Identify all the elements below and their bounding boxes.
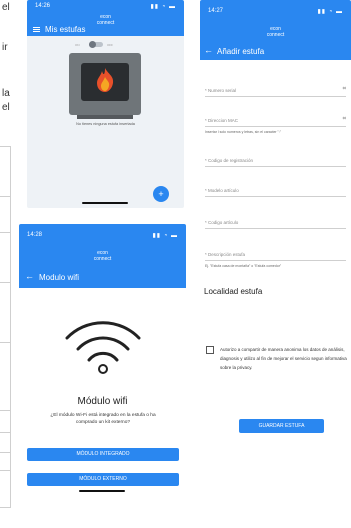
brand-logo: econ connect: [19, 250, 186, 262]
page-title: Mis estufas: [45, 25, 86, 34]
back-arrow-icon[interactable]: ←: [204, 45, 213, 55]
power-toggle[interactable]: [89, 41, 103, 48]
doc-text-3: la: [2, 88, 10, 99]
status-bar: 14:28 ▮▮ ◔ ▬: [19, 224, 186, 240]
doc-divider: [0, 470, 10, 471]
description-field[interactable]: * Descripción estufa: [205, 242, 346, 261]
screen-my-stoves: 14:26 ▮▮ ◔ ▬ econ connect Mis estufas ON…: [27, 0, 184, 208]
stove-illustration: [69, 53, 141, 119]
doc-divider: [0, 432, 10, 433]
status-bar: 14:27 ▮▮ ◔ ▬: [200, 0, 351, 16]
external-module-button[interactable]: MÓDULO EXTERNO: [27, 473, 179, 486]
qr-scan-icon[interactable]: ⌗: [343, 116, 346, 123]
home-indicator: [82, 202, 128, 204]
toggle-knob: [89, 41, 96, 48]
status-bar: 14:26 ▮▮ ◔ ▬: [27, 0, 184, 12]
screen-add-stove: 14:27 ▮▮ ◔ ▬ econ connect ← Añadir estuf…: [200, 0, 351, 445]
description-placeholder: * Descripción estufa: [205, 252, 246, 257]
doc-divider: [0, 282, 10, 283]
wifi-icon: [65, 321, 141, 374]
page-title: Modulo wifi: [39, 273, 80, 282]
stove-feet: [77, 115, 133, 119]
integrated-module-button[interactable]: MÓDULO INTEGRADO: [27, 448, 179, 461]
doc-divider: [0, 410, 10, 411]
doc-text-2: ir: [2, 42, 8, 53]
location-title: Localidad estufa: [204, 287, 263, 296]
doc-frame: [0, 146, 11, 508]
status-icons: ▮▮ ◔ ▬: [150, 4, 176, 10]
mac-address-placeholder: * Direccion MAC: [205, 118, 239, 123]
serial-number-field[interactable]: * Numero serial ⌗: [205, 78, 346, 97]
doc-divider: [0, 452, 10, 453]
document-strip: el ir la el: [0, 0, 14, 528]
add-stove-fab[interactable]: +: [153, 186, 169, 202]
save-stove-button[interactable]: GUARDAR ESTUFA: [239, 419, 324, 433]
toggle-right-label: OFF: [107, 43, 113, 47]
plus-icon: +: [158, 189, 164, 199]
status-time: 14:27: [208, 8, 224, 14]
consent-checkbox[interactable]: [206, 346, 214, 354]
status-time: 14:28: [27, 232, 43, 238]
page-title: Añadir estufa: [217, 47, 265, 56]
brand-logo-line2: connect: [93, 256, 112, 262]
registration-code-placeholder: * Codigo de registración: [205, 158, 254, 163]
doc-text-1: el: [2, 2, 10, 13]
doc-text-4: el: [2, 102, 10, 113]
external-module-label: MÓDULO EXTERNO: [79, 476, 127, 482]
integrated-module-label: MÓDULO INTEGRADO: [76, 451, 130, 457]
back-arrow-icon[interactable]: ←: [25, 271, 34, 281]
empty-state-text: No tienes ninguna estufa insertada: [76, 122, 135, 126]
consent-text: Autorizo a compartir de manera anonima l…: [220, 347, 347, 370]
serial-number-placeholder: * Numero serial: [205, 88, 237, 93]
article-code-field[interactable]: * Codigo artículo: [205, 210, 346, 229]
brand-logo-line2: connect: [266, 32, 285, 38]
wifi-heading: Módulo wifi: [77, 396, 128, 407]
doc-divider: [0, 232, 10, 233]
registration-code-field[interactable]: * Codigo de registración: [205, 148, 346, 167]
status-time: 14:26: [35, 3, 51, 9]
status-icons: ▮▮ ◔ ▬: [152, 233, 178, 239]
mac-hint: Insertar l solo numeros y letras, sin el…: [205, 130, 282, 134]
flame-icon: [97, 68, 114, 92]
wifi-question: ¿El módulo Wi-Fi está integrado en la es…: [50, 413, 156, 425]
toggle-left-label: ON: [75, 43, 80, 47]
model-placeholder: * Modelo artículo: [205, 188, 239, 193]
home-indicator: [79, 490, 125, 492]
doc-divider: [0, 196, 10, 197]
doc-divider: [0, 342, 10, 343]
screen-wifi-module: 14:28 ▮▮ ◔ ▬ econ connect ← Modulo wifi …: [19, 224, 186, 495]
mac-address-field[interactable]: * Direccion MAC ⌗: [205, 108, 346, 127]
menu-icon[interactable]: [33, 27, 40, 32]
status-icons: ▮▮ ◔ ▬: [317, 9, 343, 15]
model-field[interactable]: * Modelo artículo: [205, 178, 346, 197]
qr-scan-icon[interactable]: ⌗: [343, 86, 346, 93]
description-hint: Ej. "Estufa casa de montaña" o "Estufa c…: [205, 264, 282, 268]
brand-logo: econ connect: [200, 26, 351, 38]
save-stove-label: GUARDAR ESTUFA: [258, 423, 305, 429]
article-code-placeholder: * Codigo artículo: [205, 220, 239, 225]
